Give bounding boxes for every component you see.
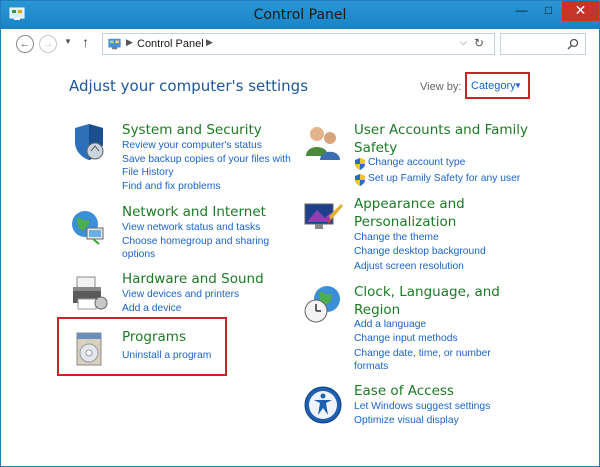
link-file-history[interactable]: File History — [122, 166, 174, 180]
link-sharing-options[interactable]: options — [122, 248, 155, 262]
forward-arrow-icon: → — [42, 38, 54, 50]
category-title-network-and-internet[interactable]: Network and Internet — [122, 203, 266, 221]
link-add-a-language[interactable]: Add a language — [354, 318, 426, 332]
control-panel-window: Control Panel — □ ✕ ← → ▼ ↑ ▶ Control Pa… — [0, 0, 600, 467]
category-title-clock-line1[interactable]: Clock, Language, and — [354, 283, 500, 301]
link-let-windows-suggest[interactable]: Let Windows suggest settings — [354, 400, 490, 414]
link-change-account-type[interactable]: Change account type — [368, 156, 465, 170]
category-title-system-and-security[interactable]: System and Security — [122, 121, 262, 139]
breadcrumb-separator-icon[interactable]: ▶ — [206, 37, 213, 48]
breadcrumb-separator-icon[interactable]: ▶ — [126, 37, 133, 48]
back-button[interactable]: ← — [16, 35, 34, 53]
link-view-devices-and-printers[interactable]: View devices and printers — [122, 288, 239, 302]
link-save-backup-copies[interactable]: Save backup copies of your files with — [122, 153, 291, 167]
minimize-button[interactable]: — — [508, 1, 535, 21]
back-arrow-icon: ← — [19, 38, 31, 50]
maximize-button[interactable]: □ — [535, 1, 562, 21]
link-uninstall-a-program[interactable]: Uninstall a program — [122, 349, 211, 363]
address-field[interactable]: ▶ Control Panel ▶ ⌵ ↻ — [102, 33, 495, 55]
page-title: Adjust your computer's settings — [69, 77, 309, 95]
up-button[interactable]: ↑ — [82, 34, 89, 50]
forward-button[interactable]: → — [39, 35, 57, 53]
address-toolbar: ← → ▼ ↑ ▶ Control Panel ▶ ⌵ ↻ — [2, 29, 598, 59]
link-adjust-screen-resolution[interactable]: Adjust screen resolution — [354, 260, 464, 274]
ease-of-access-icon[interactable] — [303, 385, 343, 425]
link-change-the-theme[interactable]: Change the theme — [354, 231, 439, 245]
link-change-input-methods[interactable]: Change input methods — [354, 332, 458, 346]
category-title-appearance-line2[interactable]: Personalization — [354, 213, 456, 231]
view-by-label: View by: — [420, 81, 462, 93]
category-title-programs[interactable]: Programs — [122, 328, 186, 346]
printer-icon[interactable] — [69, 273, 109, 313]
control-panel-icon — [108, 38, 121, 50]
shield-icon — [355, 158, 365, 170]
link-find-and-fix-problems[interactable]: Find and fix problems — [122, 180, 220, 194]
category-title-appearance-line1[interactable]: Appearance and — [354, 195, 465, 213]
category-title-hardware-and-sound[interactable]: Hardware and Sound — [122, 270, 264, 288]
view-by-dropdown[interactable]: Category ▼ — [465, 72, 530, 99]
link-formats[interactable]: formats — [354, 360, 388, 374]
users-icon[interactable] — [303, 122, 343, 162]
link-add-a-device[interactable]: Add a device — [122, 302, 182, 316]
category-title-user-accounts-line2[interactable]: Safety — [354, 139, 397, 157]
view-by-value: Category — [471, 80, 516, 92]
link-change-date-time-number[interactable]: Change date, time, or number — [354, 347, 491, 361]
close-button[interactable]: ✕ — [562, 1, 599, 21]
programs-disc-icon[interactable] — [69, 329, 109, 369]
link-set-up-family-safety[interactable]: Set up Family Safety for any user — [368, 172, 520, 186]
link-change-desktop-background[interactable]: Change desktop background — [354, 245, 486, 259]
shield-icon[interactable] — [69, 122, 109, 162]
shield-icon — [355, 174, 365, 186]
link-review-computer-status[interactable]: Review your computer's status — [122, 139, 262, 153]
monitor-palette-icon[interactable] — [303, 198, 343, 238]
address-history-dropdown[interactable]: ⌵ — [460, 37, 467, 48]
category-title-clock-line2[interactable]: Region — [354, 301, 400, 319]
recent-locations-dropdown[interactable]: ▼ — [64, 37, 72, 46]
clock-globe-icon[interactable] — [303, 284, 343, 324]
search-icon — [567, 38, 579, 50]
up-arrow-icon: ↑ — [82, 34, 89, 50]
chevron-down-icon: ▼ — [514, 81, 522, 90]
category-title-ease-of-access[interactable]: Ease of Access — [354, 382, 454, 400]
link-view-network-status[interactable]: View network status and tasks — [122, 221, 260, 235]
refresh-icon[interactable]: ↻ — [474, 36, 484, 50]
search-input[interactable] — [500, 33, 586, 55]
link-optimize-visual-display[interactable]: Optimize visual display — [354, 414, 459, 428]
title-bar: Control Panel — □ ✕ — [1, 1, 599, 29]
chevron-down-icon: ▼ — [64, 37, 72, 46]
category-title-user-accounts-line1[interactable]: User Accounts and Family — [354, 121, 528, 139]
link-choose-homegroup[interactable]: Choose homegroup and sharing — [122, 235, 269, 249]
network-globe-icon[interactable] — [69, 206, 109, 246]
breadcrumb-control-panel[interactable]: Control Panel — [137, 38, 204, 50]
